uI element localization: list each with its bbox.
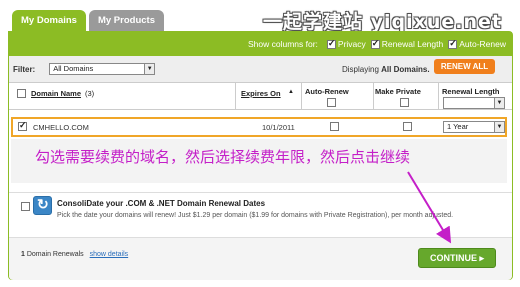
arrow-line bbox=[407, 171, 452, 244]
annotation-arrow bbox=[407, 171, 452, 244]
